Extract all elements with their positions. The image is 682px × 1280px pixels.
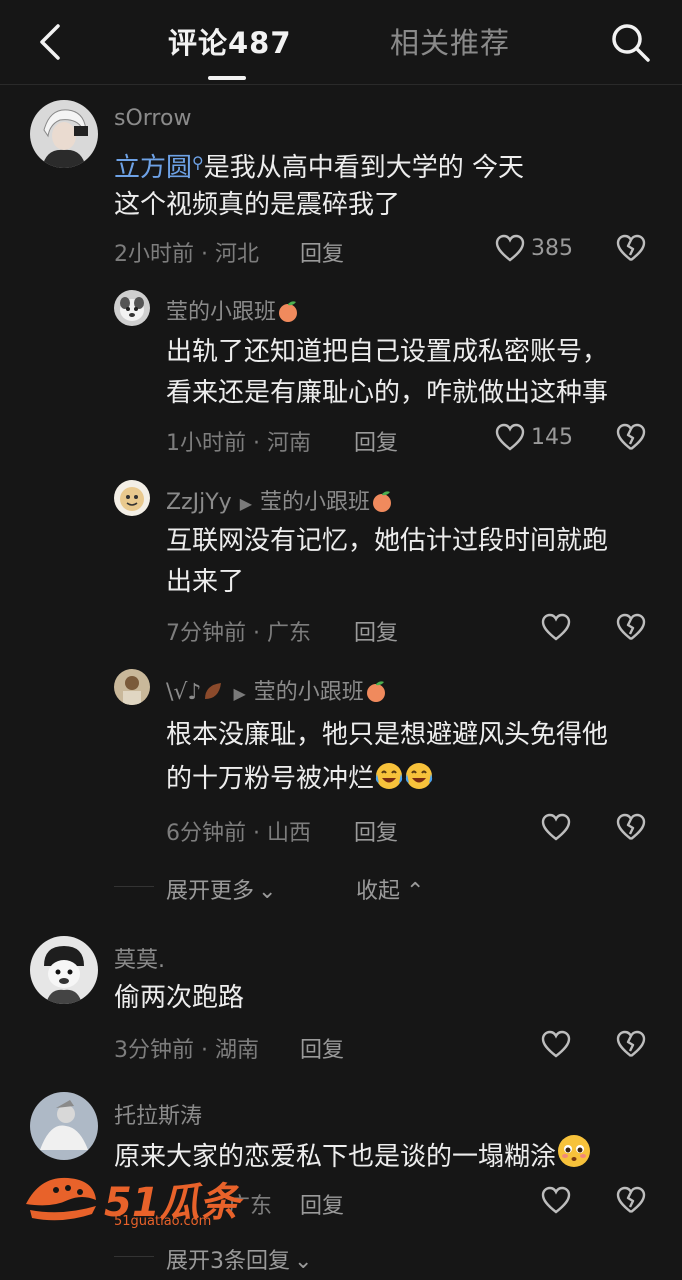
reply-button[interactable]: 回复 — [354, 615, 398, 647]
like-count: 385 — [531, 236, 573, 261]
heart-icon[interactable] — [541, 1186, 571, 1214]
avatar[interactable] — [30, 936, 98, 1004]
like-count: 145 — [531, 425, 573, 450]
back-icon[interactable] — [34, 22, 70, 62]
chevron-down-icon: ⌄ — [294, 1249, 313, 1274]
crying-laughing-emoji-icon — [374, 761, 404, 791]
chevron-down-icon: ⌄ — [258, 879, 277, 904]
reply-arrow-icon: ▶ — [239, 494, 252, 513]
avatar[interactable] — [30, 1092, 98, 1160]
tab-related[interactable]: 相关推荐 — [390, 20, 510, 62]
thread-divider — [114, 1256, 154, 1257]
comment-text: 根本没廉耻，牠只是想避避风头免得他 — [166, 720, 609, 750]
broken-heart-icon[interactable] — [616, 234, 646, 262]
comment-text: 的十万粉号被冲烂 — [166, 764, 375, 794]
comment-username[interactable]: \√♪ ▶ 莹的小跟班 — [166, 674, 388, 706]
search-icon[interactable] — [608, 20, 652, 64]
comment-text: 出轨了还知道把自己设置成私密账号， — [166, 337, 609, 367]
avatar[interactable] — [114, 290, 150, 326]
avatar[interactable] — [114, 480, 150, 516]
watermark-url: 51guatiao.com — [114, 1214, 212, 1229]
header-divider — [0, 84, 682, 85]
broken-heart-icon[interactable] — [616, 1186, 646, 1214]
comment-text: 看来还是有廉耻心的，咋就做出这种事 — [166, 378, 609, 408]
tab-comments[interactable]: 评论487 — [168, 20, 292, 62]
comment-text: 这个视频真的是震碎我了 — [114, 190, 401, 220]
heart-icon[interactable] — [495, 234, 525, 262]
comment-meta: 6分钟前 · 山西 — [166, 821, 311, 846]
comment-text-line: 的十万粉号被冲烂 — [166, 758, 434, 801]
reply-arrow-icon: ▶ — [233, 684, 246, 703]
heart-icon[interactable] — [541, 813, 571, 841]
expand-replies-button[interactable]: 展开3条回复 ⌄ — [166, 1243, 312, 1275]
mention-search-icon: ⚲ — [192, 153, 204, 172]
broken-heart-icon[interactable] — [616, 423, 646, 451]
comment-username[interactable]: sOrrow — [114, 106, 191, 131]
comment-meta: 2小时前 · 河北 — [114, 242, 259, 267]
leaf-icon — [201, 679, 225, 703]
watermark-logo: 51瓜条 51guatiao.com — [22, 1170, 272, 1232]
collapse-button[interactable]: 收起 ⌃ — [356, 873, 424, 905]
broken-heart-icon[interactable] — [616, 613, 646, 641]
reply-button[interactable]: 回复 — [354, 425, 398, 457]
reply-button[interactable]: 回复 — [300, 1032, 344, 1064]
reply-button[interactable]: 回复 — [354, 815, 398, 847]
comment-username[interactable]: ZzJjYy ▶ 莹的小跟班 — [166, 484, 394, 516]
broken-heart-icon[interactable] — [616, 1030, 646, 1058]
comment-text: 偷两次跑路 — [114, 983, 245, 1013]
heart-icon[interactable] — [495, 423, 525, 451]
comment-text-line: 立方圆⚲是我从高中看到大学的 今天 — [114, 141, 524, 190]
chevron-up-icon: ⌃ — [406, 879, 425, 904]
comment-meta: 1小时前 · 河南 — [166, 431, 311, 456]
heart-icon[interactable] — [541, 613, 571, 641]
comment-meta: 3分钟前 · 湖南 — [114, 1038, 259, 1063]
top-bar: 评论487 相关推荐 — [0, 0, 682, 84]
comment-username[interactable]: 托拉斯涛 — [114, 1098, 202, 1130]
comment-text: 出来了 — [166, 567, 245, 597]
avatar[interactable] — [30, 100, 98, 168]
reply-to-name[interactable]: 莹的小跟班 — [254, 680, 364, 705]
comment-text: 原来大家的恋爱私下也是谈的一塌糊涂 — [114, 1142, 557, 1172]
reply-button[interactable]: 回复 — [300, 1188, 344, 1220]
crying-laughing-emoji-icon — [404, 761, 434, 791]
avatar[interactable] — [114, 669, 150, 705]
mention-link[interactable]: 立方圆 — [114, 153, 192, 183]
pleading-face-emoji-icon — [556, 1133, 592, 1169]
comment-meta: 7分钟前 · 广东 — [166, 621, 311, 646]
peach-icon — [364, 679, 388, 703]
heart-icon[interactable] — [541, 1030, 571, 1058]
reply-button[interactable]: 回复 — [300, 236, 344, 268]
reply-to-name[interactable]: 莹的小跟班 — [260, 490, 370, 515]
comment-text: 是我从高中看到大学的 今天 — [203, 153, 524, 183]
expand-more-button[interactable]: 展开更多 ⌄ — [166, 873, 276, 905]
thread-divider — [114, 886, 154, 887]
comment-username[interactable]: 莹的小跟班 — [166, 294, 300, 326]
comment-text: 互联网没有记忆，她估计过段时间就跑 — [166, 526, 609, 556]
peach-icon — [370, 489, 394, 513]
peach-icon — [276, 299, 300, 323]
active-tab-indicator — [208, 76, 246, 80]
comment-username[interactable]: 莫莫. — [114, 942, 165, 974]
broken-heart-icon[interactable] — [616, 813, 646, 841]
